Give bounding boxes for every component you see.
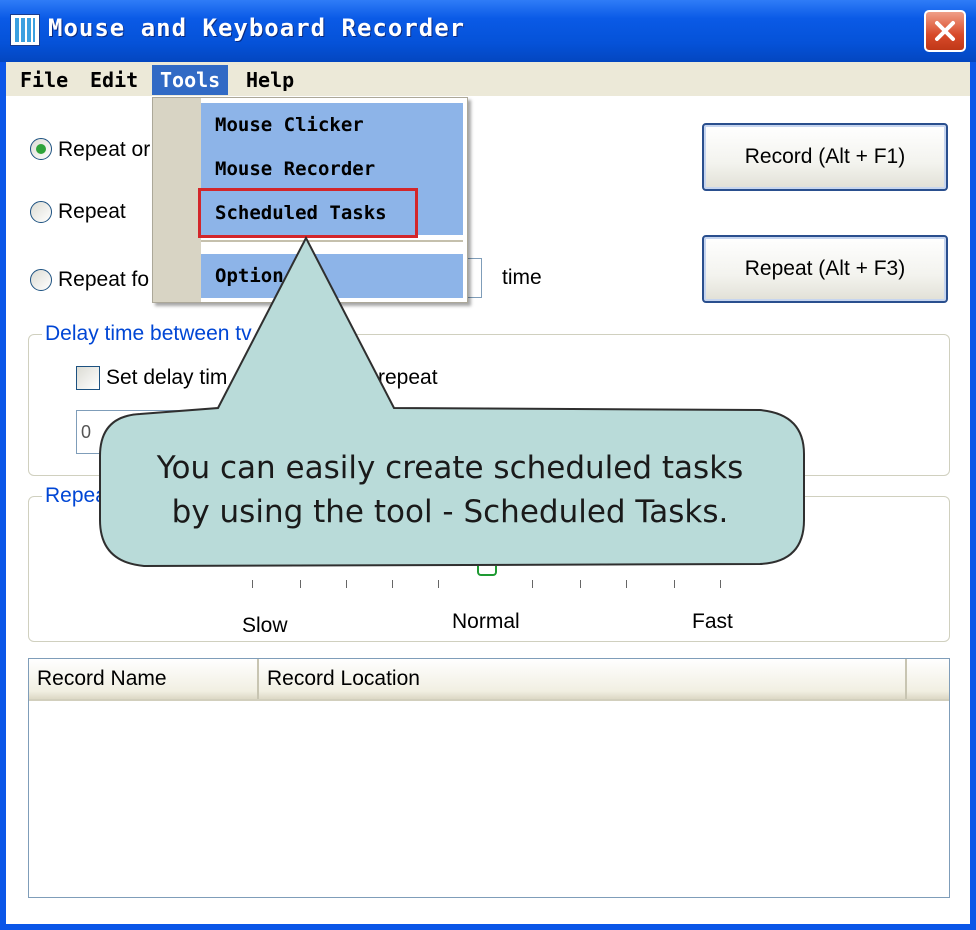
column-record-name[interactable]: Record Name <box>29 659 259 699</box>
record-button[interactable]: Record (Alt + F1) <box>702 123 948 191</box>
callout-line-2: by using the tool - Scheduled Tasks. <box>171 494 729 530</box>
slider-tick <box>252 580 253 588</box>
menu-help[interactable]: Help <box>238 65 302 95</box>
speed-fast-label: Fast <box>692 610 733 633</box>
scheduled-tasks-highlight <box>198 188 418 238</box>
records-table[interactable]: Record Name Record Location <box>28 658 950 898</box>
repeat-time-suffix: time <box>502 266 542 289</box>
slider-tick <box>438 580 439 588</box>
table-header: Record Name Record Location <box>29 659 949 701</box>
menu-icon-gutter <box>153 98 201 302</box>
speed-normal-label: Normal <box>452 610 520 633</box>
repeat-radio[interactable] <box>30 201 52 223</box>
repeat-once-radio[interactable] <box>30 138 52 160</box>
repeat-button-label: Repeat (Alt + F3) <box>744 257 906 280</box>
slider-tick <box>580 580 581 588</box>
set-delay-checkbox[interactable] <box>76 366 100 390</box>
repeat-for-label: Repeat fo <box>58 268 150 291</box>
repeat-once-label: Repeat or <box>58 138 151 161</box>
menu-bar: File Edit Tools Help <box>6 62 970 96</box>
set-delay-label-end: repeat <box>378 366 438 389</box>
slider-tick <box>346 580 347 588</box>
menu-file[interactable]: File <box>12 65 76 95</box>
repeat-for-radio[interactable] <box>30 269 52 291</box>
slider-tick <box>626 580 627 588</box>
set-delay-label: Set delay tim <box>106 366 228 389</box>
menu-item-mouse-clicker[interactable]: Mouse Clicker <box>201 103 463 147</box>
repeat-label: Repeat <box>58 200 126 223</box>
slider-tick <box>300 580 301 588</box>
slider-tick <box>392 580 393 588</box>
speed-group-title: Repea <box>42 484 110 508</box>
close-icon <box>935 21 955 41</box>
menu-tools[interactable]: Tools <box>152 65 229 95</box>
slider-tick <box>532 580 533 588</box>
menu-item-option[interactable]: Option <box>201 254 463 298</box>
callout-line-1: You can easily create scheduled tasks <box>156 450 744 486</box>
delay-group-title: Delay time between tv <box>42 322 255 346</box>
record-button-label: Record (Alt + F1) <box>744 145 906 168</box>
column-record-location[interactable]: Record Location <box>259 659 907 699</box>
menu-separator <box>201 240 463 242</box>
delay-time-value: 0 <box>81 422 92 442</box>
speed-slow-label: Slow <box>242 614 288 637</box>
menu-edit[interactable]: Edit <box>82 65 146 95</box>
window-title: Mouse and Keyboard Recorder <box>48 14 466 42</box>
callout-text: You can easily create scheduled tasks by… <box>110 446 790 534</box>
slider-tick <box>720 580 721 588</box>
slider-tick <box>674 580 675 588</box>
title-bar[interactable]: Mouse and Keyboard Recorder <box>0 0 976 62</box>
repeat-button[interactable]: Repeat (Alt + F3) <box>702 235 948 303</box>
speed-slider-thumb[interactable] <box>477 566 497 576</box>
close-button[interactable] <box>924 10 966 52</box>
film-strip-icon <box>10 14 40 46</box>
menu-item-mouse-recorder[interactable]: Mouse Recorder <box>201 147 463 191</box>
